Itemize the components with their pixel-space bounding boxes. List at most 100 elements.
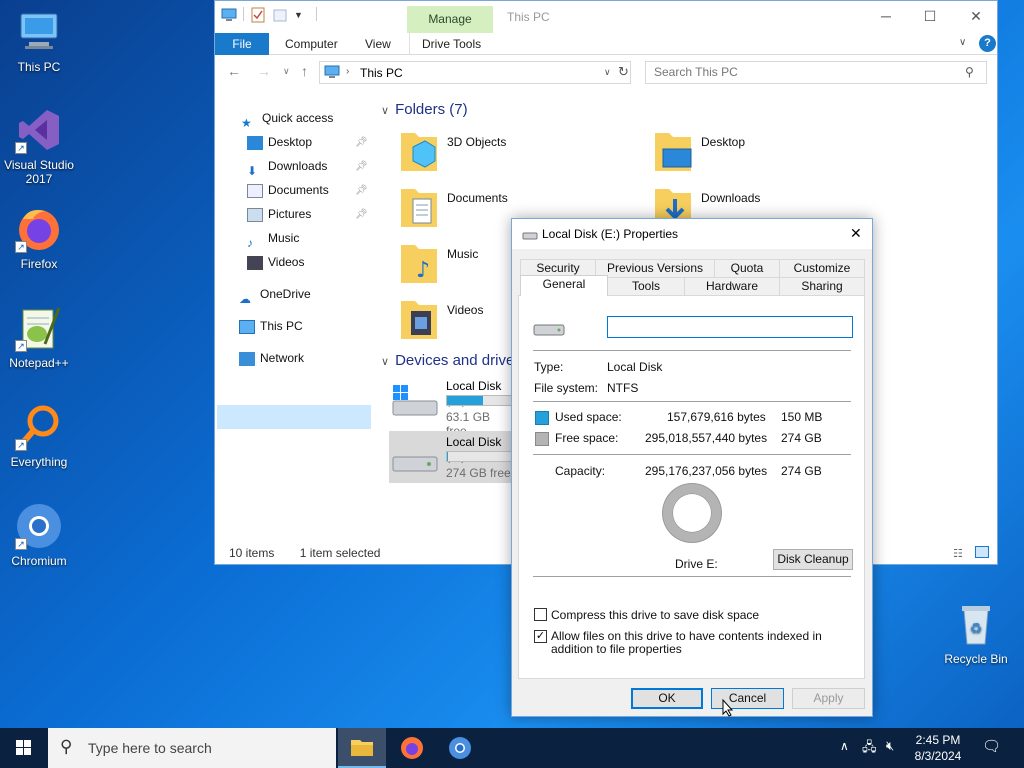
properties-icon[interactable] [250,7,266,23]
desktop-icon-notepadpp[interactable]: ↗ Notepad++ [0,304,78,370]
nav-item-downloads[interactable]: ⬇ Downloads [247,155,327,178]
drive-e-usage-bar [446,451,514,462]
everything-search-icon: ↗ [15,403,63,451]
nav-this-pc[interactable]: This PC [239,315,303,337]
compress-checkbox[interactable] [534,608,547,621]
customize-qat-icon[interactable]: ▼ [294,7,310,23]
volume-muted-icon[interactable]: 🔇︎ [886,738,894,754]
pin-icon[interactable]: 📌︎ [355,185,368,196]
start-button[interactable] [0,728,48,768]
nav-item-pictures[interactable]: Pictures [247,203,311,225]
folder-3d-objects[interactable]: 3D Objects [399,129,649,179]
desktop-icon-visual-studio[interactable]: ↗ Visual Studio 2017 [0,106,78,186]
tab-drive-tools[interactable]: Drive Tools [409,33,493,55]
manage-context-tab[interactable]: Manage [407,6,493,33]
folder-label: Downloads [701,191,761,205]
pin-icon[interactable]: 📌︎ [355,161,368,172]
computer-small-icon [324,65,340,82]
volume-label-input[interactable] [607,316,853,338]
desktop-icon-label: Visual Studio 2017 [4,158,74,186]
desktop-icon-recycle-bin[interactable]: ♻ Recycle Bin [936,600,1016,666]
desktop-icon-this-pc[interactable]: This PC [0,8,78,74]
folders-section-header[interactable]: ∨ Folders (7) [381,101,468,118]
large-icons-view-icon[interactable] [975,546,989,558]
nav-item-desktop[interactable]: Desktop [247,131,312,153]
index-checkbox[interactable]: ✓ [534,630,547,643]
taskbar-firefox[interactable] [388,728,436,768]
pin-icon[interactable]: 📌︎ [355,137,368,148]
desktop-icon-firefox[interactable]: ↗ Firefox [0,205,78,271]
capacity-bytes: 295,176,237,056 bytes [645,464,768,478]
folder-label: Desktop [701,135,746,149]
tab-quota[interactable]: Quota [714,259,780,277]
nav-item-documents[interactable]: Documents [247,179,329,201]
show-hidden-icons-chevron-icon[interactable]: ∧ [840,739,849,753]
used-space-label: Used space: [555,410,622,424]
search-icon: ⚲ [965,65,974,79]
address-bar[interactable]: › This PC ∨ ↻ [319,61,631,84]
ok-button[interactable]: OK [631,688,703,709]
back-arrow-icon[interactable]: ← [227,63,241,79]
recent-locations-icon[interactable]: ∨ [283,66,290,77]
forward-arrow-icon[interactable]: → [257,63,271,79]
nav-quick-access[interactable]: ★ Quick access [241,107,333,130]
address-dropdown-icon[interactable]: ∨ [604,67,611,78]
apply-button[interactable]: Apply [792,688,865,709]
music-note-icon: ♪ [247,235,253,250]
nav-item-music[interactable]: ♪ Music [247,227,299,250]
tab-tools[interactable]: Tools [607,277,685,295]
desktop-icon-label: Recycle Bin [944,652,1008,666]
maximize-button[interactable]: ☐ [907,5,953,27]
drive-c-usage-fill [447,396,484,405]
disk-cleanup-button[interactable]: Disk Cleanup [773,549,853,570]
network-tray-icon[interactable]: 🖧︎ [862,738,877,760]
pin-icon[interactable]: 📌︎ [355,209,368,220]
nav-network[interactable]: Network [239,347,304,369]
tab-previous-versions[interactable]: Previous Versions [595,259,715,277]
drive-c[interactable]: Local Disk (C:) 63.1 GB free [389,377,514,438]
taskbar-file-explorer[interactable] [338,728,386,768]
desktop-icon-chromium[interactable]: ↗ Chromium [0,502,78,568]
drive-e[interactable]: Local Disk (E:) 274 GB free [389,433,514,483]
refresh-icon[interactable]: ↻ [618,64,629,80]
compress-label: Compress this drive to save disk space [551,608,760,622]
free-space-swatch [535,432,549,446]
tab-general[interactable]: General [520,275,608,296]
dialog-close-button[interactable]: ✕ [850,225,862,242]
computer-small-icon[interactable] [221,7,237,23]
capacity-size: 274 GB [781,464,822,478]
tab-sharing[interactable]: Sharing [779,277,865,295]
clock[interactable]: 2:45 PM 8/3/2024 [910,732,966,764]
minimize-button[interactable]: ─ [863,5,909,27]
tab-hardware[interactable]: Hardware [684,277,780,295]
tab-view[interactable]: View [353,33,403,55]
desktop-icon-everything[interactable]: ↗ Everything [0,403,78,469]
tab-computer[interactable]: Computer [273,33,350,55]
new-folder-icon[interactable] [272,7,288,23]
close-button[interactable]: ✕ [953,5,999,27]
taskbar-chromium[interactable] [436,728,484,768]
explorer-titlebar: ▼ Manage This PC ─ ☐ ✕ [215,1,997,33]
breadcrumb-separator-icon: › [346,66,350,77]
help-icon[interactable]: ? [979,35,996,52]
devices-section-header[interactable]: ∨ Devices and drives [381,352,522,369]
drive-c-usage-bar [446,395,514,406]
details-view-icon[interactable]: ☷ [953,547,963,560]
folder-desktop[interactable]: Desktop [653,129,903,179]
up-arrow-icon[interactable]: ↑ [301,63,308,79]
address-path[interactable]: This PC [360,66,403,80]
nav-item-videos[interactable]: Videos [247,251,304,273]
drive-small-icon [522,229,538,243]
desktop-icon-label: Firefox [20,257,58,271]
nav-onedrive[interactable]: ☁ OneDrive [239,283,311,306]
nav-label: Videos [268,255,305,269]
svg-text:♪: ♪ [416,258,430,283]
videos-folder-icon [399,297,439,341]
taskbar-search-box[interactable]: ⚲ Type here to search [48,728,336,768]
tab-customize[interactable]: Customize [779,259,865,277]
used-space-size: 150 MB [781,410,823,424]
notifications-icon[interactable]: 🗨︎ [982,737,1001,755]
expand-ribbon-icon[interactable]: ∨ [959,37,966,48]
tab-file[interactable]: File [215,33,269,55]
search-input[interactable]: Search This PC [645,61,987,84]
